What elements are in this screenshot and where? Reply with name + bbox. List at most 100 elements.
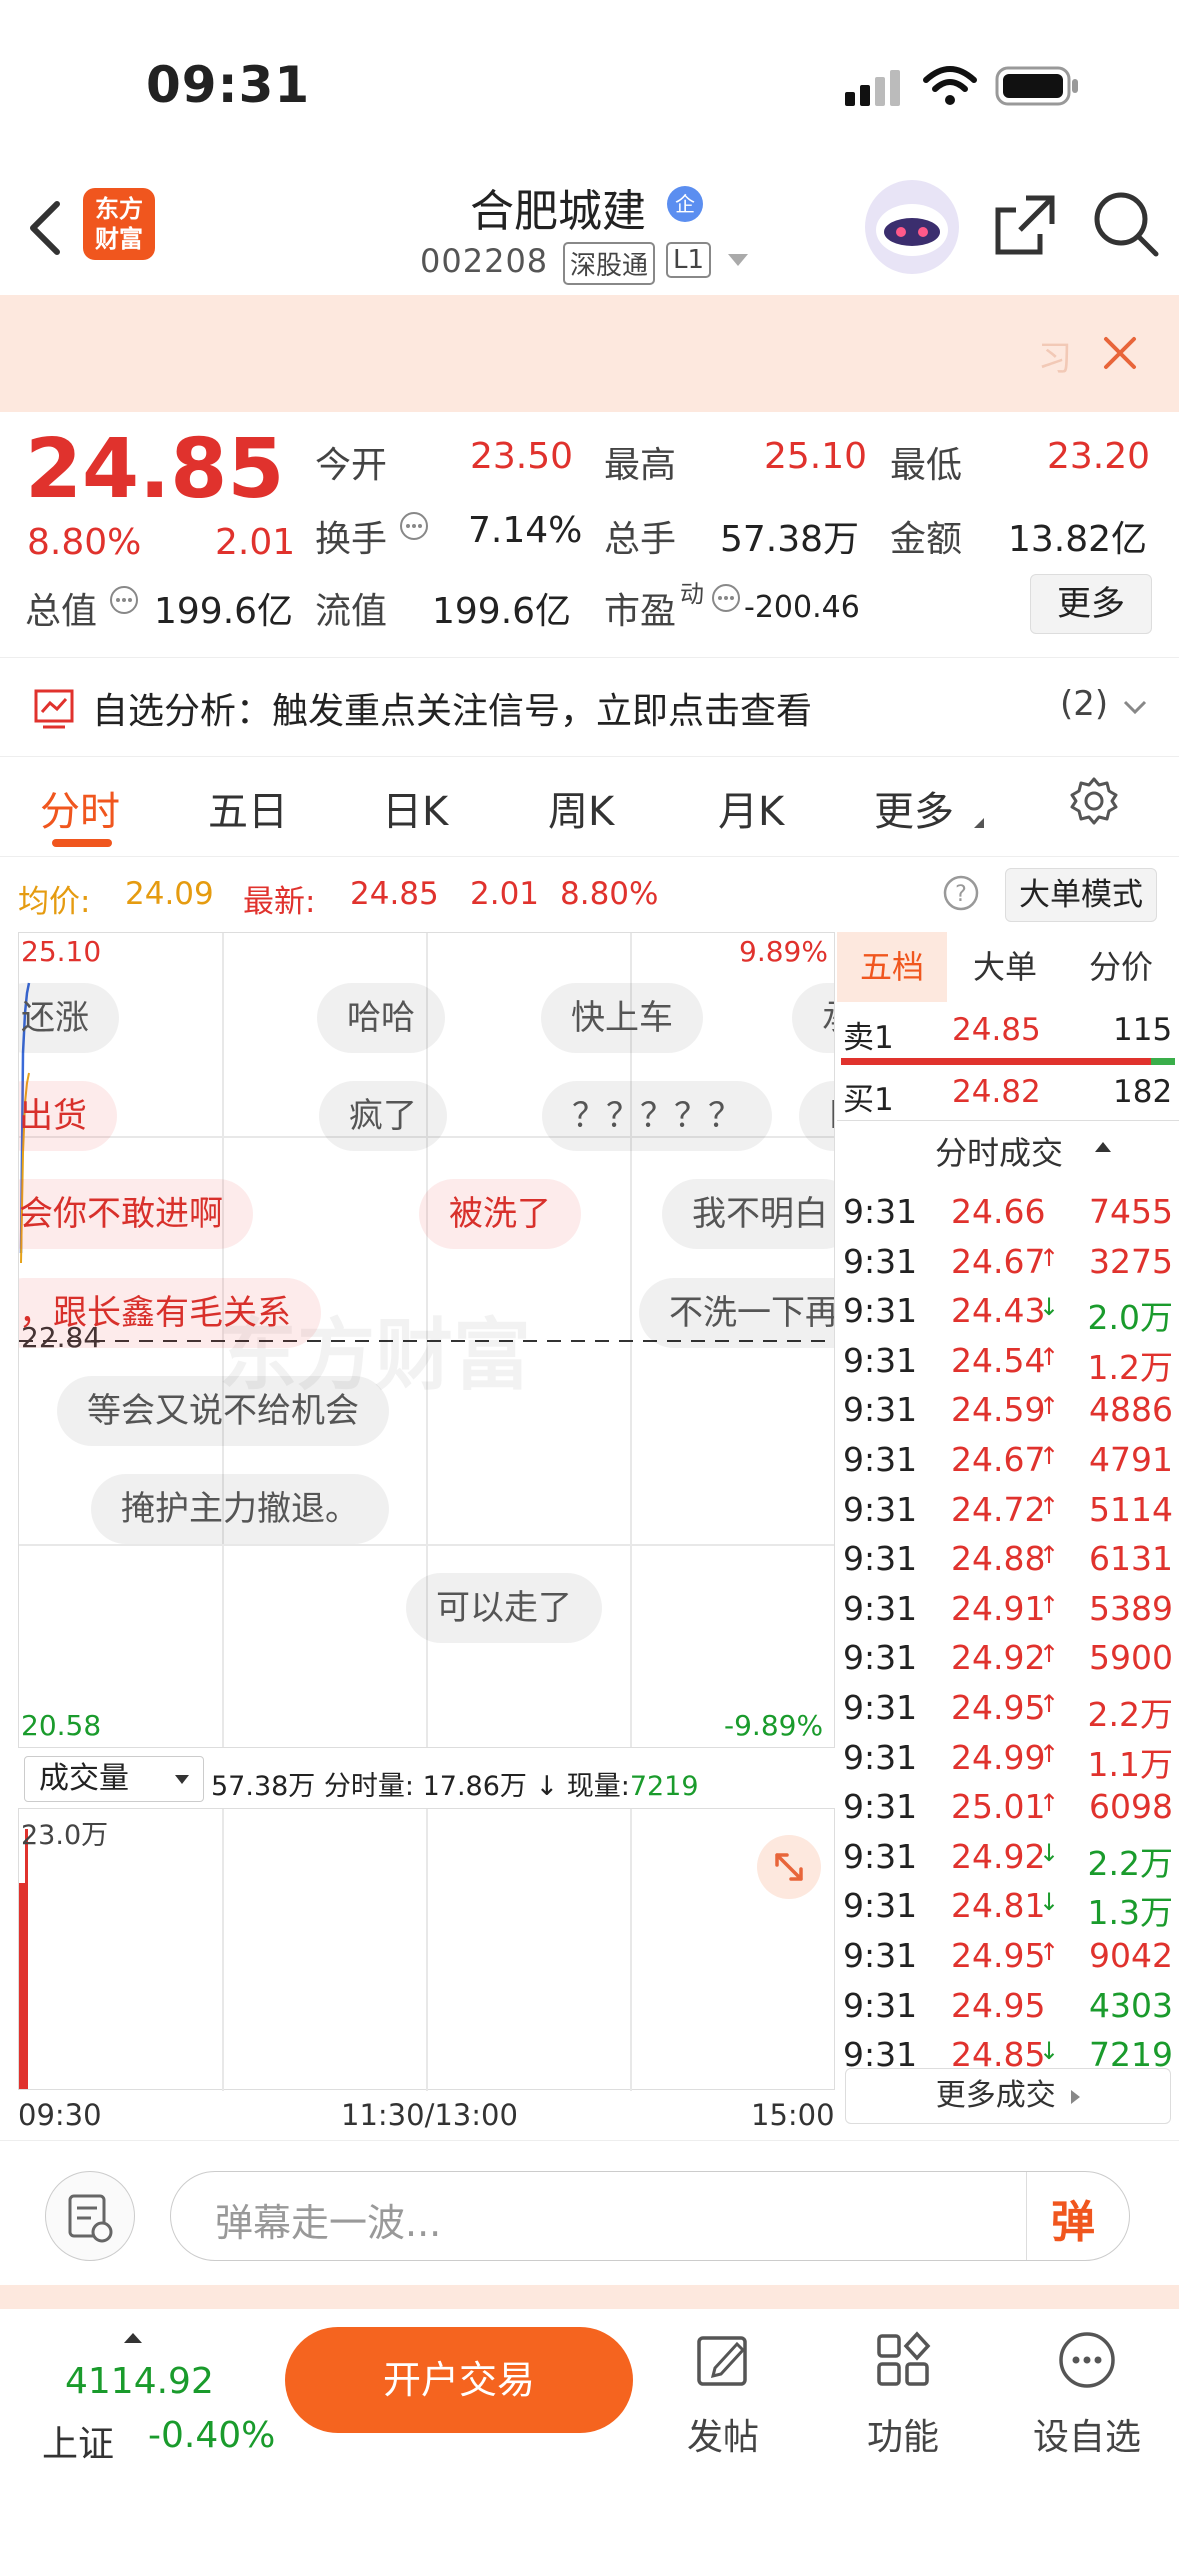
tab-more[interactable]: 更多	[874, 779, 954, 837]
intraday-chart[interactable]: 东方财富 25.10 9.89% 22.84 20.58 -9.89% 还涨 哈…	[18, 932, 835, 1748]
volume-selector-label: 成交量	[39, 1761, 129, 1796]
danmu-bubble[interactable]: 快上车	[541, 983, 703, 1053]
info-circle-icon[interactable]	[710, 582, 742, 614]
more-circle-icon	[1059, 2332, 1115, 2388]
back-arrow-icon[interactable]	[25, 198, 65, 258]
quote-panel: 24.85 8.80% 2.01 总值 199.6亿 今开 23.50 最高 2…	[0, 412, 1179, 657]
trade-price: 24.67	[951, 1241, 1046, 1281]
open-account-trade-button[interactable]: 开户交易	[285, 2327, 633, 2433]
low-label: 最低	[890, 445, 963, 486]
app-logo[interactable]: 东方 财富	[83, 188, 155, 260]
dropdown-caret-icon[interactable]	[728, 254, 748, 266]
danmu-bubble[interactable]: 等会又说不给机会	[57, 1376, 389, 1446]
enterprise-badge: 企	[667, 186, 703, 222]
float-cap-value: 199.6亿	[432, 591, 572, 632]
tick-volume-label: 分时量:	[323, 1771, 414, 1802]
change-percent: 8.80%	[27, 522, 142, 563]
message-list-icon[interactable]	[45, 2171, 135, 2261]
trade-price: 24.95	[951, 1985, 1046, 2025]
danmu-bubble[interactable]: 还涨	[19, 983, 119, 1053]
tab-intraday[interactable]: 分时	[40, 779, 120, 837]
total-cap: 199.6亿	[154, 591, 294, 632]
help-icon[interactable]: ?	[942, 874, 980, 912]
tab-daily-k[interactable]: 日K	[382, 779, 448, 837]
y-top-price: 25.10	[21, 935, 102, 968]
more-button[interactable]: 更多	[1030, 574, 1152, 634]
danmu-bubble[interactable]: 我不明白	[662, 1179, 834, 1249]
danmu-toggle-button[interactable]: 弹	[1051, 2186, 1095, 2250]
volume-total: 57.38万	[211, 1771, 316, 1802]
caret-right-icon	[1071, 2089, 1081, 2104]
trade-tick-row: 9:31 24.81 ↓ 1.3万	[837, 1880, 1179, 1932]
danmu-bubble[interactable]: 被洗了	[419, 1179, 581, 1249]
big-order-mode-button[interactable]: 大单模式	[1005, 868, 1157, 922]
trade-time: 9:31	[843, 1340, 918, 1380]
trade-volume: 2.2万	[1087, 1843, 1173, 1883]
trade-time: 9:31	[843, 1886, 918, 1926]
pe-value: -200.46	[744, 590, 860, 625]
trade-time: 9:31	[843, 1192, 918, 1231]
trade-volume: 5900	[1089, 1638, 1173, 1678]
danmu-bubble[interactable]: ？？？？？	[542, 1081, 772, 1151]
danmu-bubble[interactable]: 哈哈	[317, 983, 445, 1053]
nav-functions[interactable]: 功能	[843, 2330, 963, 2460]
time-axis-start: 09:30	[18, 2098, 102, 2132]
search-icon[interactable]	[1090, 188, 1162, 260]
volume-chart[interactable]: 23.0万	[18, 1808, 835, 2091]
avg-label: 均价:	[18, 884, 91, 920]
danmu-bubble[interactable]: 疯了	[319, 1081, 447, 1151]
turnover-value: 7.14%	[468, 510, 583, 551]
bottom-bar: 4114.92 上证 -0.40% 开户交易 发帖 功能 设自选	[0, 2285, 1179, 2556]
danmu-bubble[interactable]: ，跟长鑫有毛关系	[19, 1278, 321, 1348]
robot-assistant-icon[interactable]	[865, 180, 959, 274]
amount-value: 13.82亿	[1008, 519, 1148, 560]
watchlist-analysis-row[interactable]: 自选分析：触发重点关注信号，立即点击查看 (2)	[0, 657, 1179, 757]
trade-direction-arrow: ↑	[1039, 1640, 1060, 1669]
info-circle-icon[interactable]	[108, 584, 140, 616]
avg-value: 24.09	[125, 876, 214, 912]
trade-price: 24.91	[951, 1588, 1046, 1628]
tab-monthly-k[interactable]: 月K	[718, 779, 784, 837]
danmu-bubble[interactable]: 掩护主力撤退。	[91, 1474, 389, 1544]
danmu-bubble[interactable]: 出货	[19, 1081, 117, 1151]
now-volume: 7219	[629, 1771, 699, 1802]
nav-post-label: 发帖	[686, 2417, 759, 2458]
chart-tabs: 分时 五日 日K 周K 月K 更多	[0, 757, 1179, 857]
expand-icon[interactable]	[757, 1835, 821, 1899]
close-icon[interactable]	[1100, 333, 1140, 373]
float-cap-label: 流值	[315, 591, 388, 632]
danmu-bubble[interactable]: 可以走了	[406, 1573, 602, 1643]
more-trades-button[interactable]: 更多成交	[845, 2068, 1171, 2124]
danmu-bubble[interactable]: 不洗一下再	[639, 1278, 834, 1348]
comment-bar: 弹幕走一波... 弹	[0, 2140, 1179, 2285]
trade-direction-arrow: ↑	[1039, 1342, 1060, 1371]
triangle-up-icon	[124, 2333, 142, 2343]
notice-banner[interactable]: 习	[0, 295, 1179, 412]
settings-gear-icon[interactable]	[1068, 775, 1120, 827]
nav-add-watchlist[interactable]: 设自选	[1027, 2330, 1147, 2460]
danmu-input[interactable]: 弹幕走一波... 弹	[170, 2171, 1130, 2261]
tab-weekly-k[interactable]: 周K	[548, 779, 614, 837]
share-icon[interactable]	[990, 190, 1060, 260]
trade-direction-arrow: ↑	[1039, 1442, 1060, 1470]
nav-post[interactable]: 发帖	[663, 2330, 783, 2460]
index-widget[interactable]: 4114.92 上证 -0.40%	[30, 2321, 290, 2491]
volume-value: 57.38万	[720, 519, 860, 560]
tab-five-day[interactable]: 五日	[208, 779, 288, 837]
volume-selector[interactable]: 成交量	[24, 1756, 204, 1802]
volume-y-max: 23.0万	[21, 1820, 109, 1851]
trade-time: 9:31	[843, 1539, 918, 1579]
svg-text:?: ?	[955, 882, 967, 907]
now-volume-label: 现量:	[566, 1771, 630, 1802]
info-circle-icon[interactable]	[398, 510, 430, 542]
trade-direction-arrow: ↓	[1039, 1838, 1060, 1867]
trade-price: 24.54	[951, 1340, 1046, 1380]
trade-volume: 5114	[1089, 1489, 1173, 1529]
danmu-bubble[interactable]: 会你不敢进啊	[19, 1179, 253, 1249]
trade-direction-arrow: ↑	[1039, 1690, 1060, 1718]
trade-time: 9:31	[843, 1588, 918, 1628]
trade-tick-row: 9:31 24.43 ↓ 2.0万	[837, 1285, 1179, 1337]
trade-time: 9:31	[843, 1440, 918, 1479]
trade-price: 25.01	[951, 1787, 1046, 1827]
trade-price: 24.95	[951, 1936, 1046, 1975]
